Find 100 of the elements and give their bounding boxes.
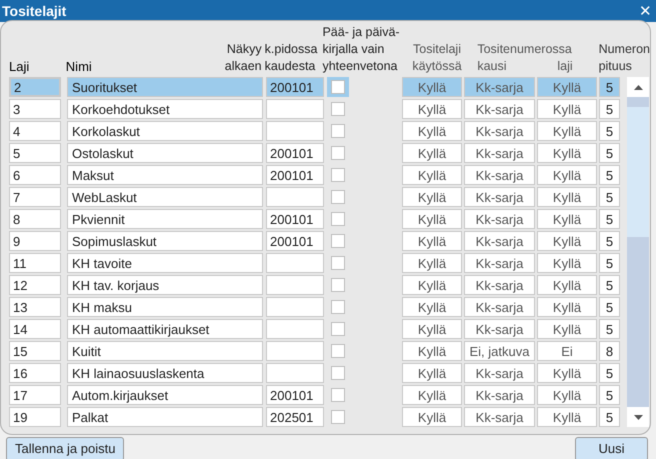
- scroll-thumb[interactable]: [627, 107, 649, 237]
- table-cell: 5: [599, 121, 620, 141]
- scrollbar[interactable]: [627, 77, 649, 427]
- checkbox[interactable]: [331, 344, 345, 358]
- table-cell: KH lainaosuuslaskenta: [67, 363, 263, 383]
- table-cell: Palkat: [67, 407, 263, 427]
- table-cell: Kyllä: [537, 319, 597, 339]
- table-cell: 16: [9, 363, 61, 383]
- table-cell: 200101: [266, 209, 324, 229]
- checkbox[interactable]: [331, 410, 345, 424]
- scroll-up-button[interactable]: [627, 77, 649, 97]
- table-cell: 13: [9, 297, 61, 317]
- table-cell: Ostolaskut: [67, 143, 263, 163]
- table-cell: [266, 187, 324, 207]
- table-cell: 5: [599, 253, 620, 273]
- table-cell: Kyllä: [402, 231, 462, 251]
- table-cell: Kyllä: [402, 77, 462, 97]
- table-cell: Kyllä: [537, 121, 597, 141]
- table-cell: KH tav. korjaus: [67, 275, 263, 295]
- table-cell: 8: [599, 341, 620, 361]
- table-cell: Ei, jatkuva: [464, 341, 535, 361]
- column-header: yhteenvetona: [322, 58, 399, 75]
- checkbox[interactable]: [331, 322, 345, 336]
- table-cell: Kyllä: [402, 143, 462, 163]
- table-cell: [266, 253, 324, 273]
- close-button[interactable]: ✕: [639, 4, 652, 18]
- checkbox[interactable]: [331, 234, 345, 248]
- column-header: laji: [557, 58, 573, 75]
- checkbox[interactable]: [331, 278, 345, 292]
- table-cell: Kyllä: [402, 363, 462, 383]
- table-cell: 3: [9, 99, 61, 119]
- table-cell: Kk-sarja: [464, 143, 535, 163]
- column-header: Näkyy: [226, 41, 262, 58]
- table-cell: 11: [9, 253, 61, 273]
- checkbox[interactable]: [331, 366, 345, 380]
- column-header: Laji: [9, 58, 30, 75]
- table-cell: Kyllä: [537, 187, 597, 207]
- table-cell: 19: [9, 407, 61, 427]
- table-cell: Kyllä: [537, 385, 597, 405]
- table-cell: WebLaskut: [67, 187, 263, 207]
- table-cell: Kk-sarja: [464, 363, 535, 383]
- table-cell: 5: [599, 319, 620, 339]
- table-cell: 5: [599, 165, 620, 185]
- checkbox[interactable]: [331, 168, 345, 182]
- table-cell: 5: [599, 77, 620, 97]
- column-header: pituus: [598, 58, 633, 75]
- new-button[interactable]: Uusi: [575, 437, 648, 459]
- table-cell: 5: [599, 297, 620, 317]
- table-cell: Kyllä: [537, 77, 597, 97]
- up-arrow-icon: [634, 84, 642, 90]
- table-cell: Kyllä: [402, 319, 462, 339]
- table-cell: Kk-sarja: [464, 165, 535, 185]
- table-cell: Kyllä: [402, 165, 462, 185]
- table-cell: Kyllä: [402, 275, 462, 295]
- table-cell: 5: [599, 209, 620, 229]
- table-cell: Kk-sarja: [464, 253, 535, 273]
- checkbox[interactable]: [331, 388, 345, 402]
- column-header: Tositenumerossa: [477, 41, 573, 58]
- table-cell: 202501: [266, 407, 324, 427]
- column-header: Tositelaji: [413, 41, 461, 58]
- table-cell: 17: [9, 385, 61, 405]
- column-header: k.pidossa: [264, 41, 318, 58]
- table-cell: 2: [9, 77, 61, 97]
- table-cell: 14: [9, 319, 61, 339]
- save-and-exit-button[interactable]: Tallenna ja poistu: [6, 437, 124, 459]
- table-cell: Kk-sarja: [464, 297, 535, 317]
- checkbox[interactable]: [331, 212, 345, 226]
- table-cell: 200101: [266, 165, 324, 185]
- checkbox[interactable]: [331, 146, 345, 160]
- column-header: Pää- ja päivä-: [322, 24, 401, 41]
- table-cell: Sopimuslaskut: [67, 231, 263, 251]
- checkbox[interactable]: [331, 102, 345, 116]
- table-cell: Kyllä: [402, 187, 462, 207]
- table-cell: 6: [9, 165, 61, 185]
- checkbox[interactable]: [331, 256, 345, 270]
- down-arrow-icon: [634, 414, 642, 420]
- table-cell: 5: [599, 275, 620, 295]
- table-cell: 7: [9, 187, 61, 207]
- scroll-down-button[interactable]: [627, 407, 649, 427]
- table-cell: Kk-sarja: [464, 99, 535, 119]
- table-cell: KH tavoite: [67, 253, 263, 273]
- table-cell: Kyllä: [537, 363, 597, 383]
- table-cell: Kk-sarja: [464, 385, 535, 405]
- table-cell: Maksut: [67, 165, 263, 185]
- table-cell: 5: [599, 99, 620, 119]
- table-cell: 200101: [266, 77, 324, 97]
- column-header: Nimi: [66, 58, 93, 75]
- column-header: kausi: [477, 58, 508, 75]
- checkbox[interactable]: [331, 190, 345, 204]
- table-cell: Ei: [537, 341, 597, 361]
- table-cell: [266, 121, 324, 141]
- table-cell: [266, 275, 324, 295]
- checkbox[interactable]: [331, 300, 345, 314]
- table-cell: Kyllä: [402, 99, 462, 119]
- checkbox[interactable]: [331, 124, 345, 138]
- checkbox[interactable]: [331, 80, 345, 94]
- table-cell: Kk-sarja: [464, 209, 535, 229]
- table-cell: Kyllä: [402, 297, 462, 317]
- table-cell: Kk-sarja: [464, 275, 535, 295]
- table-cell: [266, 99, 324, 119]
